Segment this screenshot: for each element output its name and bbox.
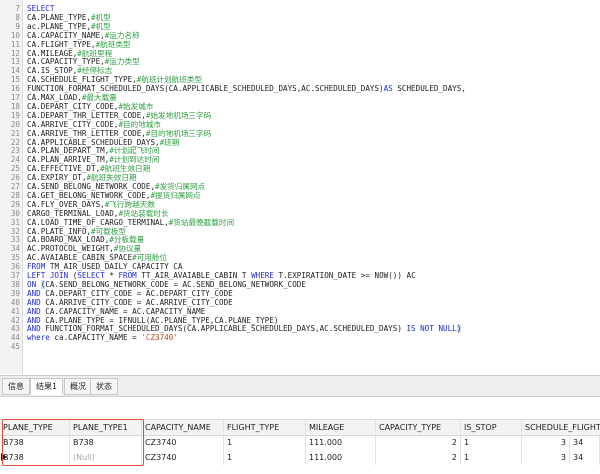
cell-flight-type[interactable]: 1 (224, 435, 306, 450)
tab-profile[interactable]: 概况 (64, 378, 92, 395)
col-header-capacity-type[interactable]: CAPACITY_TYPE (376, 420, 461, 435)
col-header-capacity-name[interactable]: CAPACITY_NAME (142, 420, 224, 435)
cell-capacity-name[interactable]: CZ3740 (142, 450, 224, 465)
tab-status[interactable]: 状态 (90, 378, 118, 395)
line-number: 45 (10, 342, 20, 352)
sql-editor[interactable]: 7 SELECT 8 CA.PLANE_TYPE,#机型 9 ac.PLANE_TYPE,… (0, 0, 600, 374)
col-header-mileage[interactable]: MILEAGE (306, 420, 376, 435)
highlight-box (2, 419, 144, 466)
code-line[interactable]: 45 (0, 341, 600, 352)
cell-schedule-flight-type[interactable]: 3 (522, 435, 570, 450)
result-tabs: 信息 结果1 概况 状态 (0, 375, 600, 397)
cell-capacity-type[interactable]: 2 (376, 450, 461, 465)
col-header-flight-type[interactable]: FLIGHT_TYPE (224, 420, 306, 435)
result-grid[interactable]: PLANE_TYPE PLANE_TYPE1 CAPACITY_NAME FLI… (0, 397, 600, 474)
tab-info[interactable]: 信息 (2, 378, 30, 395)
cell-schedule-flight-type[interactable]: 3 (522, 450, 570, 465)
cell-is-stop[interactable]: 1 (461, 450, 522, 465)
col-header-schedule-flight-type[interactable]: SCHEDULE_FLIGHT_TYPE (522, 420, 600, 435)
tab-result1[interactable]: 结果1 (30, 378, 64, 395)
cell-capacity-name[interactable]: CZ3740 (142, 435, 224, 450)
col-header-is-stop[interactable]: IS_STOP (461, 420, 522, 435)
cell-scheduled-days[interactable]: 34 (570, 435, 600, 450)
cell-flight-type[interactable]: 1 (224, 450, 306, 465)
cell-scheduled-days[interactable]: 34 (570, 450, 600, 465)
cell-is-stop[interactable]: 1 (461, 435, 522, 450)
cell-mileage[interactable]: 111.000 (306, 450, 376, 465)
cell-mileage[interactable]: 111.000 (306, 435, 376, 450)
cell-capacity-type[interactable]: 2 (376, 435, 461, 450)
